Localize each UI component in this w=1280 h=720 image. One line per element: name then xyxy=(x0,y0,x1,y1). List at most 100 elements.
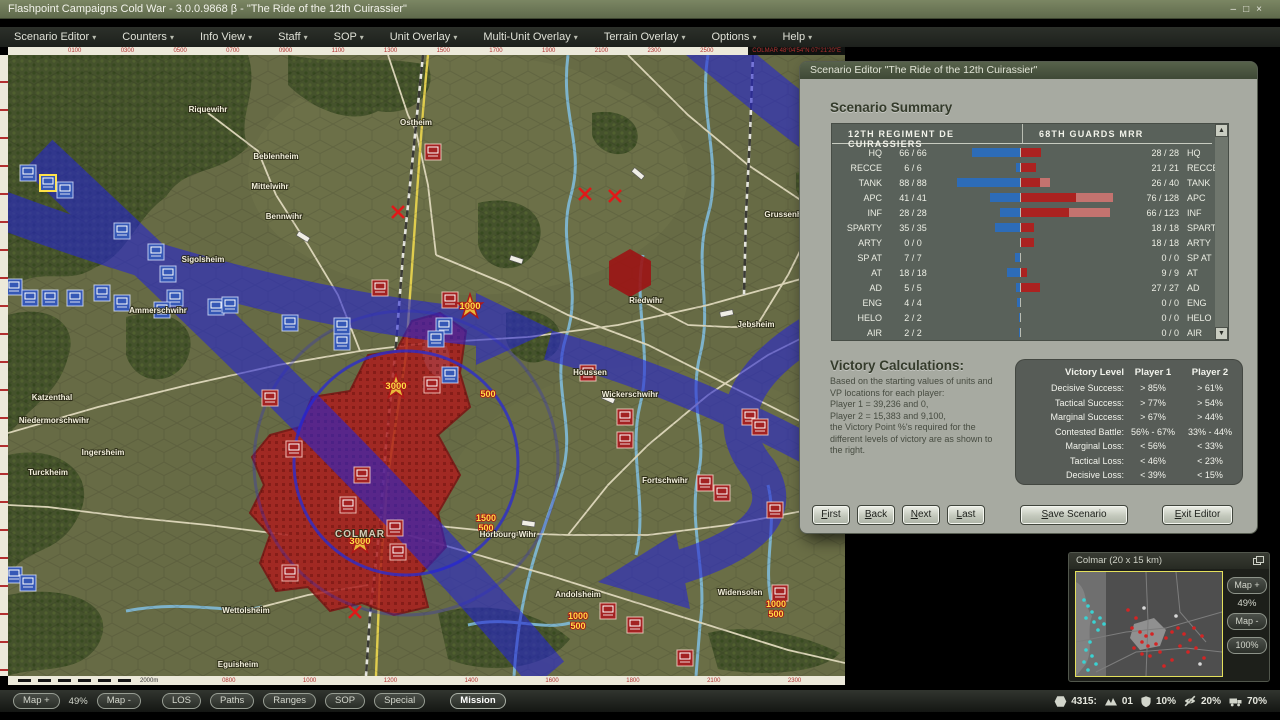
blue-unit-counter[interactable] xyxy=(40,175,56,191)
menu-terrain-overlay[interactable]: Terrain Overlay ▾ xyxy=(604,31,686,43)
save-scenario-button[interactable]: Save Scenario xyxy=(1020,505,1128,525)
menu-multi-unit-overlay[interactable]: Multi-Unit Overlay ▾ xyxy=(483,31,577,43)
minimize-button[interactable]: – xyxy=(1231,4,1237,15)
menu-counters[interactable]: Counters ▾ xyxy=(122,31,174,43)
special-button[interactable]: Special xyxy=(374,693,425,709)
victory-row-decisive-success: Decisive Success:> 85%> 61% xyxy=(1016,381,1242,396)
scroll-down-arrow[interactable]: ▼ xyxy=(1215,327,1228,340)
blue-unit-counter[interactable] xyxy=(160,266,176,282)
menu-options[interactable]: Options ▾ xyxy=(711,31,756,43)
red-unit-counter[interactable] xyxy=(372,280,388,296)
last-button[interactable]: Last xyxy=(947,505,985,525)
blue-strength-bar xyxy=(1019,313,1020,322)
mountain-icon xyxy=(1104,695,1118,707)
dialog-title-bar[interactable]: Scenario Editor "The Ride of the 12th Cu… xyxy=(800,62,1257,79)
left-count: 28 / 28 xyxy=(882,208,944,218)
minimap-zoom-reset-button[interactable]: 100% xyxy=(1227,637,1267,654)
blue-unit-counter[interactable] xyxy=(428,331,444,347)
ruler-tick: 1500 xyxy=(437,47,450,55)
blue-unit-counter[interactable] xyxy=(334,334,350,350)
red-unit-counter[interactable] xyxy=(390,544,406,560)
back-button[interactable]: Back xyxy=(857,505,895,525)
minimap-zoom-in-button[interactable]: Map + xyxy=(1227,577,1267,594)
red-unit-counter[interactable] xyxy=(627,617,643,633)
ranges-button[interactable]: Ranges xyxy=(263,693,316,709)
menu-staff[interactable]: Staff ▾ xyxy=(278,31,308,43)
place-label-riquewihr: Riquewihr xyxy=(189,105,228,114)
red-unit-counter[interactable] xyxy=(697,475,713,491)
red-unit-counter[interactable] xyxy=(600,603,616,619)
main-map[interactable]: 300030001000500150050010005001000500 Riq… xyxy=(8,55,845,676)
ruler-tick: 2100 xyxy=(595,47,608,55)
blue-unit-counter[interactable] xyxy=(22,290,38,306)
unit-type-label: ENG xyxy=(832,298,882,308)
blue-unit-counter[interactable] xyxy=(114,223,130,239)
blue-unit-counter[interactable] xyxy=(20,575,36,591)
los-button[interactable]: LOS xyxy=(162,693,201,709)
close-button[interactable]: × xyxy=(1256,4,1262,15)
red-unit-dot xyxy=(1138,630,1142,634)
red-unit-counter[interactable] xyxy=(286,441,302,457)
exit-editor-button[interactable]: Exit Editor xyxy=(1162,505,1233,525)
maximize-button[interactable]: □ xyxy=(1243,4,1249,15)
menu-info-view[interactable]: Info View ▾ xyxy=(200,31,252,43)
red-unit-counter[interactable] xyxy=(262,390,278,406)
red-unit-counter[interactable] xyxy=(714,485,730,501)
eye-off-icon xyxy=(1183,695,1197,707)
red-unit-counter[interactable] xyxy=(387,520,403,536)
ruler-tick: 1000 xyxy=(269,678,350,684)
blue-unit-counter[interactable] xyxy=(222,297,238,313)
blue-unit-counter[interactable] xyxy=(8,279,22,295)
minimap-view[interactable] xyxy=(1075,571,1223,677)
menu-bar: Scenario Editor ▾ Counters ▾ Info View ▾ St… xyxy=(0,27,1280,47)
blue-unit-counter[interactable] xyxy=(57,182,73,198)
blue-unit-counter[interactable] xyxy=(442,367,458,383)
layers-icon[interactable] xyxy=(1253,556,1264,566)
menu-help[interactable]: Help ▾ xyxy=(782,31,812,43)
red-unit-counter[interactable] xyxy=(425,144,441,160)
map-zoom-out-button[interactable]: Map - xyxy=(97,693,141,709)
paths-button[interactable]: Paths xyxy=(210,693,254,709)
red-unit-counter[interactable] xyxy=(442,292,458,308)
menu-scenario-editor[interactable]: Scenario Editor ▾ xyxy=(14,31,96,43)
menu-unit-overlay[interactable]: Unit Overlay ▾ xyxy=(390,31,458,43)
red-unit-counter[interactable] xyxy=(617,409,633,425)
unit-table-scrollbar[interactable]: ▲ ▼ xyxy=(1215,124,1228,340)
chevron-down-icon: ▾ xyxy=(453,33,457,42)
red-unit-counter[interactable] xyxy=(282,565,298,581)
red-unit-counter[interactable] xyxy=(617,432,633,448)
blue-unit-counter[interactable] xyxy=(148,244,164,260)
unit-row-arty: ARTY0 / 018 / 18ARTY xyxy=(832,235,1215,250)
red-unit-counter[interactable] xyxy=(354,467,370,483)
red-strength-bar xyxy=(1021,163,1036,172)
cyan-unit-dot xyxy=(1096,628,1100,632)
red-unit-counter[interactable] xyxy=(767,502,783,518)
menu-sop[interactable]: SOP ▾ xyxy=(334,31,364,43)
red-unit-counter[interactable] xyxy=(752,419,768,435)
blue-unit-counter[interactable] xyxy=(114,295,130,311)
victory-description: Based on the starting values of units an… xyxy=(830,376,1018,457)
right-count: 66 / 123 xyxy=(1121,208,1179,218)
blue-unit-counter[interactable] xyxy=(42,290,58,306)
blue-unit-counter[interactable] xyxy=(94,285,110,301)
svg-text:500: 500 xyxy=(480,389,495,399)
red-unit-counter[interactable] xyxy=(677,650,693,666)
place-label-jebsheim: Jebsheim xyxy=(738,320,775,329)
blue-unit-counter[interactable] xyxy=(334,318,350,334)
red-unit-counter[interactable] xyxy=(340,497,356,513)
blue-unit-counter[interactable] xyxy=(282,315,298,331)
blue-unit-counter[interactable] xyxy=(20,165,36,181)
blue-unit-counter[interactable] xyxy=(67,290,83,306)
truck-icon xyxy=(1228,695,1243,707)
red-unit-dot xyxy=(1126,608,1130,612)
first-button[interactable]: First xyxy=(812,505,850,525)
minimap-zoom-out-button[interactable]: Map - xyxy=(1227,613,1267,630)
left-count: 88 / 88 xyxy=(882,178,944,188)
sop-button[interactable]: SOP xyxy=(325,693,365,709)
red-unit-counter[interactable] xyxy=(424,377,440,393)
map-zoom-in-button[interactable]: Map + xyxy=(13,693,60,709)
next-button[interactable]: Next xyxy=(902,505,940,525)
scroll-up-arrow[interactable]: ▲ xyxy=(1215,124,1228,137)
mission-button[interactable]: Mission xyxy=(450,693,505,709)
unit-row-ad: AD5 / 527 / 27AD xyxy=(832,280,1215,295)
